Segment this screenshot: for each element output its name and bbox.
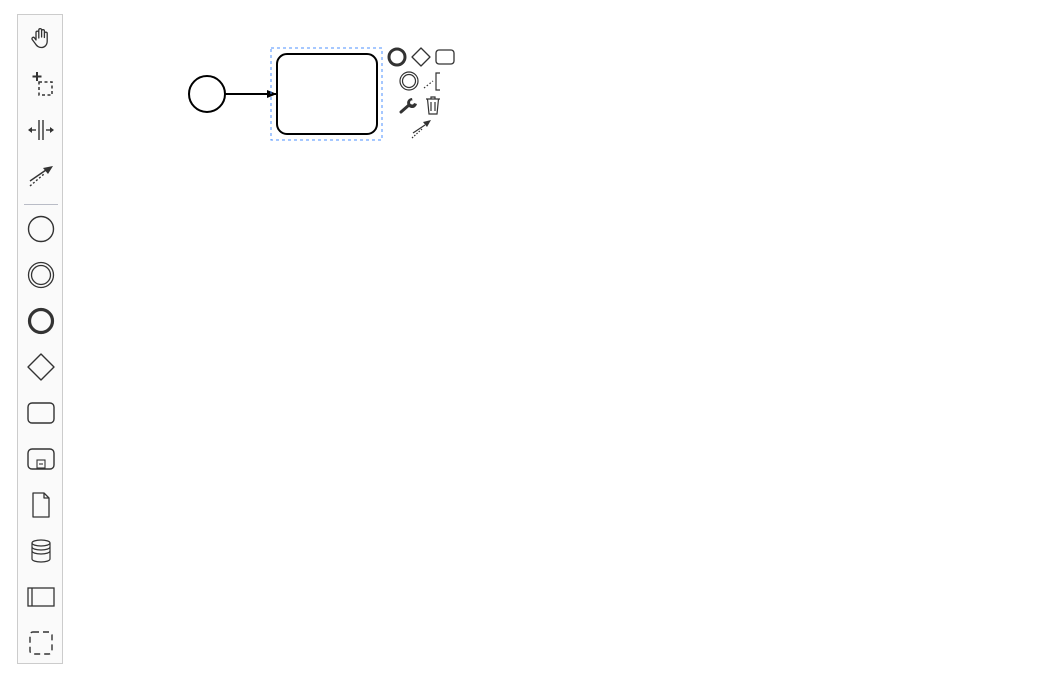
create-end-event[interactable] [18, 301, 64, 341]
create-task[interactable] [18, 393, 64, 433]
create-subprocess[interactable] [18, 439, 64, 479]
append-intermediate-event[interactable] [398, 70, 420, 97]
create-data-store[interactable] [18, 531, 64, 571]
end-event-icon [26, 306, 56, 336]
participant-icon [26, 585, 56, 609]
task[interactable] [276, 53, 378, 135]
create-group[interactable] [18, 623, 64, 663]
append-end-event[interactable] [386, 46, 408, 73]
data-object-icon [28, 491, 54, 519]
diagram-canvas[interactable] [0, 0, 1038, 693]
intermediate-event-icon [26, 260, 56, 290]
connect[interactable] [410, 118, 432, 145]
task-icon [26, 400, 56, 426]
replace[interactable] [398, 96, 420, 118]
trash-icon [422, 94, 444, 121]
data-store-icon [28, 537, 54, 565]
start-event-icon [26, 214, 56, 244]
end-event-icon [386, 46, 408, 73]
gateway-icon [410, 46, 432, 73]
lasso-tool[interactable] [18, 64, 64, 104]
lasso-icon [27, 70, 55, 98]
task-icon [434, 46, 456, 73]
create-data-object[interactable] [18, 485, 64, 525]
create-start-event[interactable] [18, 209, 64, 249]
create-exclusive-gateway[interactable] [18, 347, 64, 387]
append-task[interactable] [434, 48, 456, 70]
tool-palette [17, 14, 63, 664]
wrench-icon [398, 94, 420, 121]
space-tool[interactable] [18, 110, 64, 150]
text-annotation-icon [422, 70, 444, 97]
hand-tool[interactable] [18, 18, 64, 58]
palette-separator [24, 204, 58, 205]
append-text-annotation[interactable] [422, 70, 444, 97]
group-icon [27, 629, 55, 657]
create-intermediate-event[interactable] [18, 255, 64, 295]
connection-icon [410, 118, 432, 145]
connection-icon [26, 162, 56, 190]
space-icon [26, 116, 56, 144]
append-gateway[interactable] [410, 46, 432, 73]
delete[interactable] [422, 94, 444, 121]
hand-icon [28, 25, 54, 51]
create-participant[interactable] [18, 577, 64, 617]
gateway-icon [26, 352, 56, 382]
intermediate-event-icon [398, 70, 420, 97]
subprocess-icon [26, 446, 56, 472]
global-connect-tool[interactable] [18, 156, 64, 196]
start-event[interactable] [188, 75, 226, 113]
